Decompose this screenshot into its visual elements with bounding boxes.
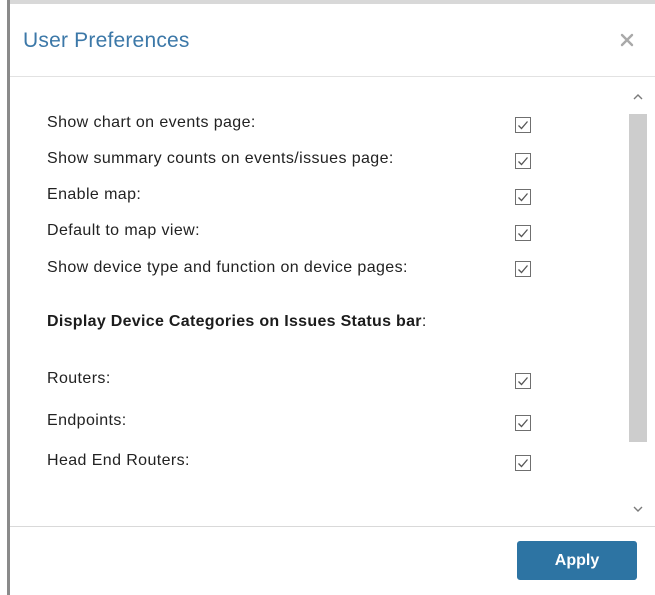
chevron-up-icon[interactable] — [629, 86, 647, 110]
pref-row-show-chart: Show chart on events page: — [47, 113, 587, 141]
vertical-scrollbar[interactable] — [629, 86, 647, 526]
pref-label: Show summary counts on events/issues pag… — [47, 150, 394, 167]
pref-label: Enable map: — [47, 186, 142, 203]
category-row-head-end-routers: Head End Routers: — [47, 451, 587, 479]
section-heading-text: Display Device Categories on Issues Stat… — [47, 313, 422, 330]
section-heading-colon: : — [421, 313, 427, 330]
footer-divider — [10, 526, 655, 527]
category-row-endpoints: Endpoints: — [47, 411, 587, 439]
pref-row-device-type: Show device type and function on device … — [47, 257, 587, 305]
dialog-top-border — [10, 0, 655, 4]
apply-button[interactable]: Apply — [517, 541, 637, 580]
preferences-content: Show chart on events page: Show summary … — [10, 77, 655, 526]
category-row-routers: Routers: — [47, 369, 587, 397]
device-categories-heading: Display Device Categories on Issues Stat… — [47, 311, 507, 355]
checkmark-icon — [518, 459, 528, 468]
category-label: Head End Routers: — [47, 452, 190, 469]
pref-row-summary-counts: Show summary counts on events/issues pag… — [47, 149, 587, 177]
routers-checkbox[interactable] — [515, 373, 531, 389]
checkmark-icon — [518, 265, 528, 274]
summary-counts-checkbox[interactable] — [515, 153, 531, 169]
close-icon[interactable] — [617, 30, 637, 50]
checkmark-icon — [518, 377, 528, 386]
scroll-down-glyph — [633, 506, 643, 512]
preferences-list: Show chart on events page: Show summary … — [47, 113, 587, 479]
checkmark-icon — [518, 157, 528, 166]
close-x-glyph — [620, 33, 634, 47]
head-end-routers-checkbox[interactable] — [515, 455, 531, 471]
checkmark-icon — [518, 193, 528, 202]
pref-row-default-map-view: Default to map view: — [47, 221, 587, 249]
pref-row-enable-map: Enable map: — [47, 185, 587, 213]
checkmark-icon — [518, 419, 528, 428]
dialog-title: User Preferences — [23, 29, 190, 52]
pref-label: Show chart on events page: — [47, 114, 256, 131]
category-label: Routers: — [47, 370, 111, 387]
scroll-thumb[interactable] — [629, 114, 647, 442]
pref-label: Default to map view: — [47, 222, 200, 239]
default-map-view-checkbox[interactable] — [515, 225, 531, 241]
endpoints-checkbox[interactable] — [515, 415, 531, 431]
chevron-down-icon[interactable] — [629, 498, 647, 522]
show-chart-checkbox[interactable] — [515, 117, 531, 133]
enable-map-checkbox[interactable] — [515, 189, 531, 205]
category-label: Endpoints: — [47, 412, 127, 429]
pref-label: Show device type and function on device … — [47, 259, 408, 276]
checkmark-icon — [518, 229, 528, 238]
user-preferences-dialog: User Preferences Show chart on events pa… — [0, 0, 655, 595]
scroll-up-glyph — [633, 94, 643, 100]
device-type-checkbox[interactable] — [515, 261, 531, 277]
checkmark-icon — [518, 121, 528, 130]
